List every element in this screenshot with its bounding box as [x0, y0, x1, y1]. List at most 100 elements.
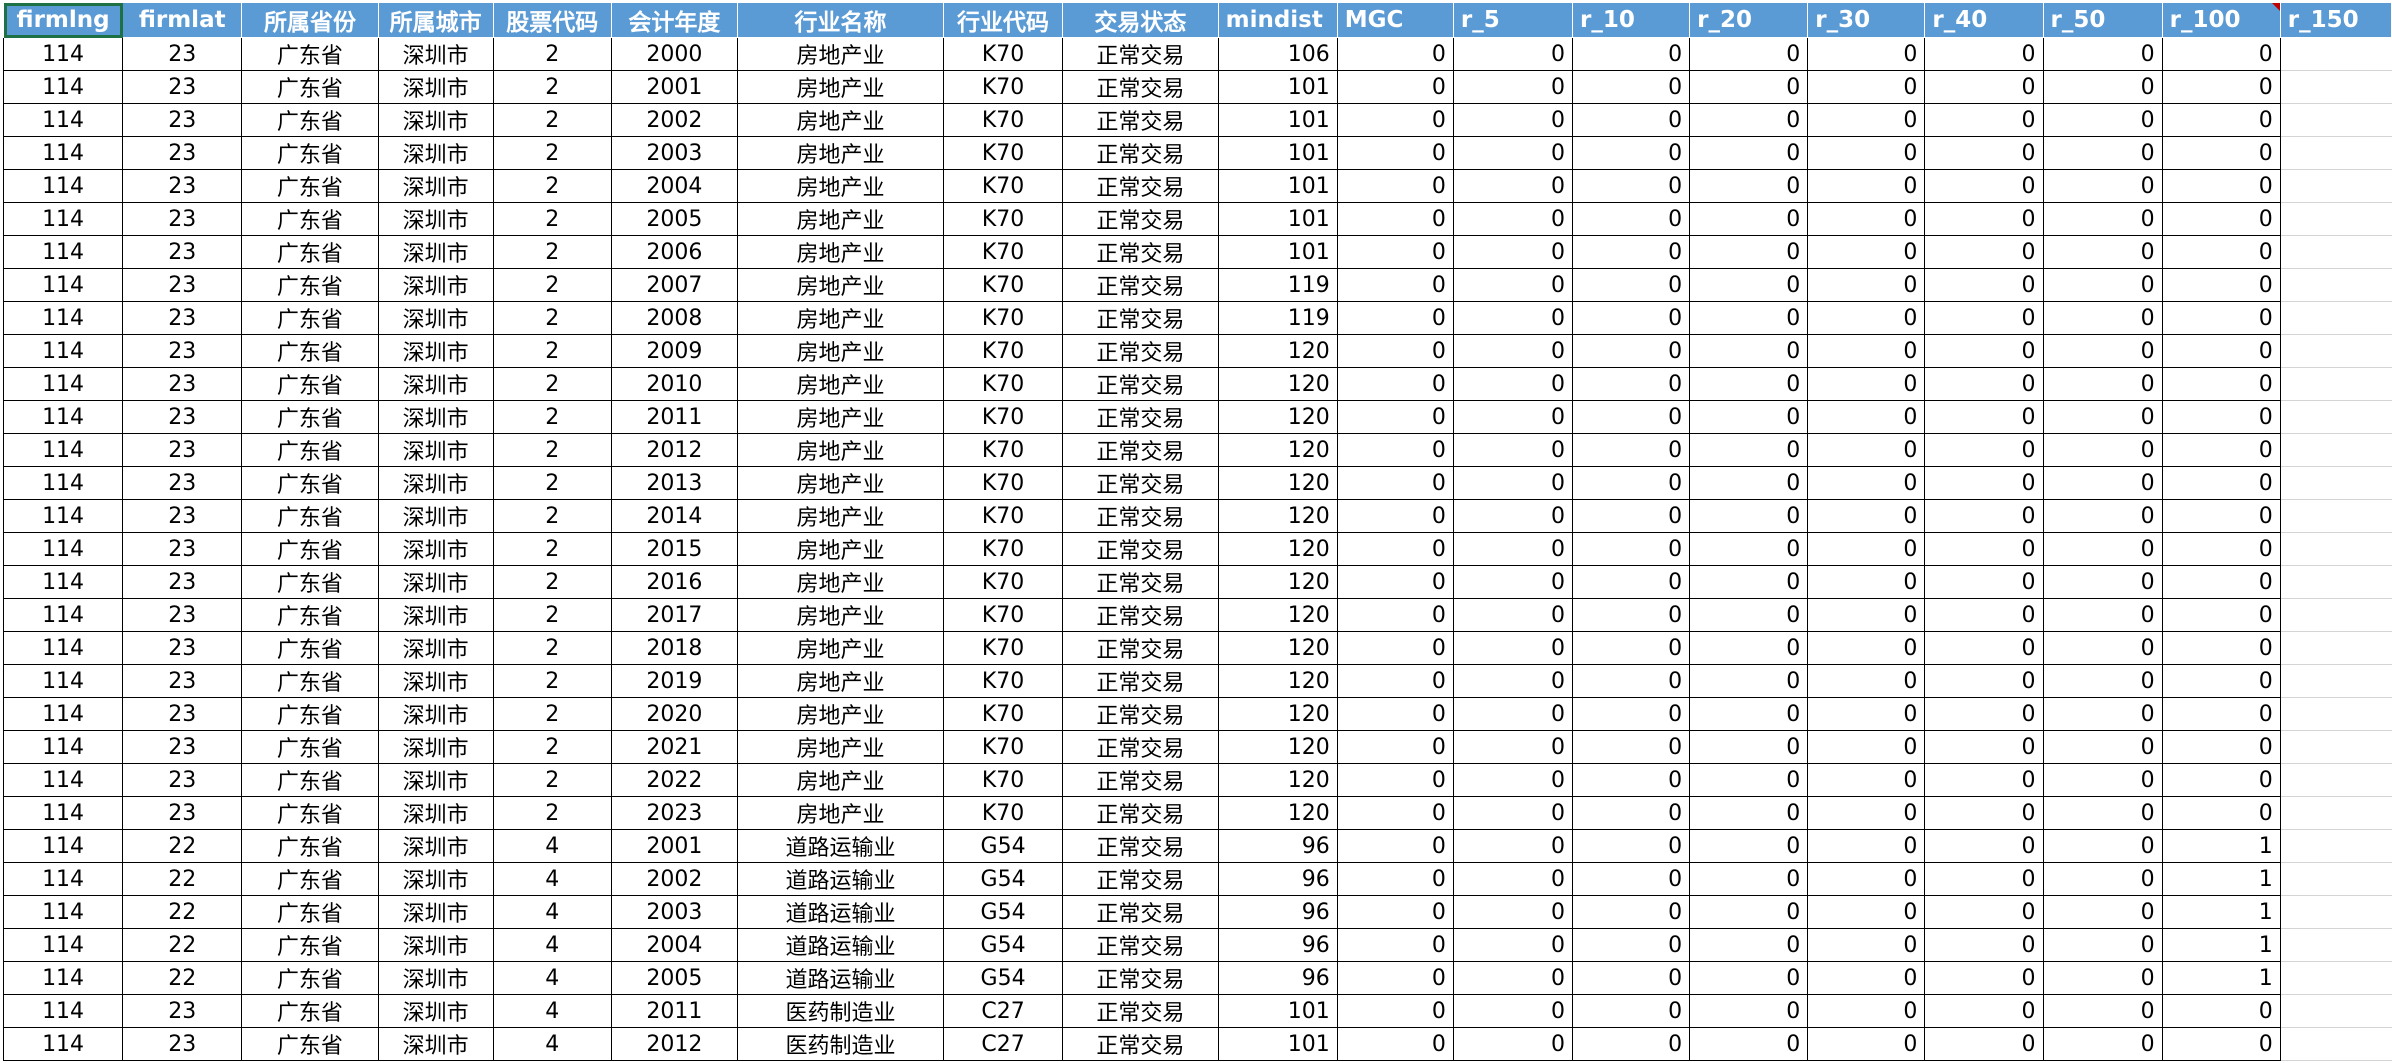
table-cell[interactable]: 2: [492, 400, 612, 434]
table-cell[interactable]: 0: [2042, 664, 2163, 698]
column-header-2[interactable]: 所属省份: [241, 3, 379, 38]
table-cell[interactable]: 0: [2042, 1027, 2163, 1061]
table-cell[interactable]: 2002: [610, 862, 739, 896]
table-cell[interactable]: 0: [1689, 268, 1809, 302]
table-cell[interactable]: 22: [122, 829, 243, 863]
table-cell[interactable]: 0: [1571, 994, 1691, 1028]
table-cell[interactable]: 96: [1217, 895, 1338, 929]
table-cell[interactable]: 120: [1217, 697, 1338, 731]
table-cell[interactable]: 23: [122, 730, 243, 764]
table-cell[interactable]: 2: [492, 169, 612, 203]
table-cell[interactable]: 0: [1336, 697, 1454, 731]
table-cell[interactable]: 0: [1452, 301, 1574, 335]
table-cell[interactable]: 0: [1924, 994, 2044, 1028]
table-cell[interactable]: 正常交易: [1062, 367, 1219, 401]
table-cell[interactable]: 0: [1807, 169, 1926, 203]
table-cell[interactable]: 0: [1571, 730, 1691, 764]
table-cell[interactable]: 正常交易: [1062, 598, 1219, 632]
table-cell[interactable]: 0: [1452, 400, 1574, 434]
table-cell[interactable]: 0: [1571, 499, 1691, 533]
table-cell[interactable]: 0: [2161, 202, 2281, 236]
table-cell[interactable]: 0: [1924, 37, 2044, 71]
table-cell[interactable]: 114: [3, 565, 124, 599]
table-cell[interactable]: 广东省: [241, 37, 379, 71]
table-cell[interactable]: 2: [492, 202, 612, 236]
table-cell[interactable]: 0: [2161, 268, 2281, 302]
table-cell[interactable]: 深圳市: [377, 103, 494, 137]
table-cell[interactable]: 0: [1336, 829, 1454, 863]
table-cell[interactable]: 广东省: [241, 730, 379, 764]
table-cell[interactable]: [2279, 598, 2392, 632]
table-cell[interactable]: 0: [1336, 136, 1454, 170]
table-cell[interactable]: 0: [2042, 631, 2163, 665]
table-cell[interactable]: 0: [1924, 730, 2044, 764]
table-cell[interactable]: 广东省: [241, 235, 379, 269]
table-cell[interactable]: 0: [1689, 664, 1809, 698]
table-cell[interactable]: [2279, 103, 2392, 137]
table-cell[interactable]: 2001: [610, 70, 739, 104]
table-cell[interactable]: 0: [1336, 169, 1454, 203]
table-cell[interactable]: 0: [1689, 730, 1809, 764]
table-cell[interactable]: 23: [122, 367, 243, 401]
column-header-14[interactable]: r_30: [1807, 3, 1926, 38]
table-cell[interactable]: 0: [2161, 1027, 2281, 1061]
table-cell[interactable]: 120: [1217, 796, 1338, 830]
table-cell[interactable]: 23: [122, 631, 243, 665]
table-cell[interactable]: 0: [1571, 961, 1691, 995]
table-cell[interactable]: 0: [1336, 268, 1454, 302]
table-cell[interactable]: 2: [492, 235, 612, 269]
table-cell[interactable]: 4: [492, 928, 612, 962]
table-cell[interactable]: 房地产业: [737, 565, 944, 599]
table-cell[interactable]: 房地产业: [737, 136, 944, 170]
table-cell[interactable]: 0: [1807, 367, 1926, 401]
table-cell[interactable]: 道路运输业: [737, 862, 944, 896]
table-cell[interactable]: 0: [1807, 565, 1926, 599]
table-cell[interactable]: 114: [3, 37, 124, 71]
table-cell[interactable]: 0: [1571, 367, 1691, 401]
table-cell[interactable]: 0: [1336, 532, 1454, 566]
column-header-1[interactable]: firmlat: [122, 3, 243, 38]
table-cell[interactable]: 0: [1807, 334, 1926, 368]
table-cell[interactable]: 114: [3, 499, 124, 533]
table-cell[interactable]: 2001: [610, 829, 739, 863]
table-cell[interactable]: 0: [1924, 268, 2044, 302]
table-cell[interactable]: 101: [1217, 1027, 1338, 1061]
table-cell[interactable]: 114: [3, 631, 124, 665]
table-cell[interactable]: 1: [2161, 928, 2281, 962]
table-cell[interactable]: 房地产业: [737, 400, 944, 434]
table-cell[interactable]: 0: [1807, 103, 1926, 137]
table-cell[interactable]: 120: [1217, 730, 1338, 764]
table-cell[interactable]: [2279, 334, 2392, 368]
table-cell[interactable]: 2020: [610, 697, 739, 731]
table-cell[interactable]: 0: [1924, 598, 2044, 632]
table-cell[interactable]: 96: [1217, 928, 1338, 962]
table-cell[interactable]: 深圳市: [377, 169, 494, 203]
table-cell[interactable]: 0: [1807, 235, 1926, 269]
table-cell[interactable]: 96: [1217, 961, 1338, 995]
table-cell[interactable]: 0: [2042, 268, 2163, 302]
table-cell[interactable]: K70: [942, 664, 1064, 698]
table-cell[interactable]: 0: [1571, 763, 1691, 797]
table-cell[interactable]: 2007: [610, 268, 739, 302]
table-cell[interactable]: 0: [1689, 136, 1809, 170]
table-cell[interactable]: 深圳市: [377, 565, 494, 599]
table-cell[interactable]: 2004: [610, 928, 739, 962]
table-cell[interactable]: [2279, 664, 2392, 698]
table-cell[interactable]: 正常交易: [1062, 433, 1219, 467]
table-cell[interactable]: 0: [2161, 730, 2281, 764]
table-cell[interactable]: 0: [1689, 235, 1809, 269]
table-cell[interactable]: 2019: [610, 664, 739, 698]
table-cell[interactable]: 0: [1571, 301, 1691, 335]
table-cell[interactable]: 23: [122, 466, 243, 500]
table-cell[interactable]: 120: [1217, 367, 1338, 401]
column-header-11[interactable]: r_5: [1452, 3, 1574, 38]
table-cell[interactable]: 0: [1689, 70, 1809, 104]
table-cell[interactable]: 2000: [610, 37, 739, 71]
table-cell[interactable]: 0: [2161, 499, 2281, 533]
table-cell[interactable]: 正常交易: [1062, 466, 1219, 500]
table-cell[interactable]: 0: [1336, 730, 1454, 764]
table-cell[interactable]: 2009: [610, 334, 739, 368]
table-cell[interactable]: 23: [122, 103, 243, 137]
table-cell[interactable]: 0: [1452, 928, 1574, 962]
table-cell[interactable]: 0: [1571, 895, 1691, 929]
